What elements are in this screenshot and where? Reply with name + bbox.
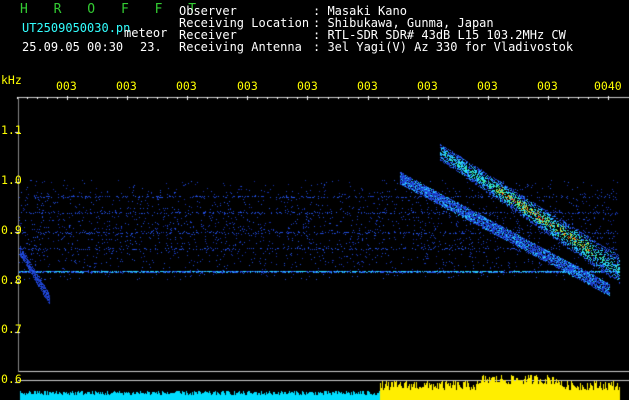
x-tick-label: 003: [297, 79, 318, 93]
antenna-label: Receiving Antenna: [179, 40, 302, 54]
antenna-value: : 3el Yagi(V) Az 330 for Vladivostok: [313, 40, 574, 54]
meteor-label: meteor: [124, 26, 168, 40]
x-tick-label: 003: [417, 79, 438, 93]
y-tick-label: 0.6: [1, 372, 22, 386]
datetime-text: 25.09.05 00:30: [22, 40, 124, 54]
x-tick-label: 003: [237, 79, 258, 93]
x-tick-label: 0040: [594, 79, 622, 93]
y-unit-label: kHz: [1, 73, 22, 87]
hrofft-logo: H R O F F T: [20, 2, 206, 17]
count-text: 23.: [140, 40, 162, 54]
x-tick-label: 003: [56, 79, 77, 93]
x-tick-label: 003: [176, 79, 197, 93]
y-tick-label: 1.1: [1, 123, 22, 137]
x-tick-label: 003: [477, 79, 498, 93]
y-tick-label: 0.9: [1, 223, 22, 237]
x-tick-label: 003: [357, 79, 378, 93]
filename-text: UT2509050030.pn: [22, 21, 131, 35]
x-tick-label: 003: [537, 79, 558, 93]
x-tick-label: 003: [116, 79, 137, 93]
y-tick-label: 1.0: [1, 173, 22, 187]
spectrogram-plot: [0, 0, 629, 400]
y-tick-label: 0.7: [1, 322, 22, 336]
y-tick-label: 0.8: [1, 273, 22, 287]
